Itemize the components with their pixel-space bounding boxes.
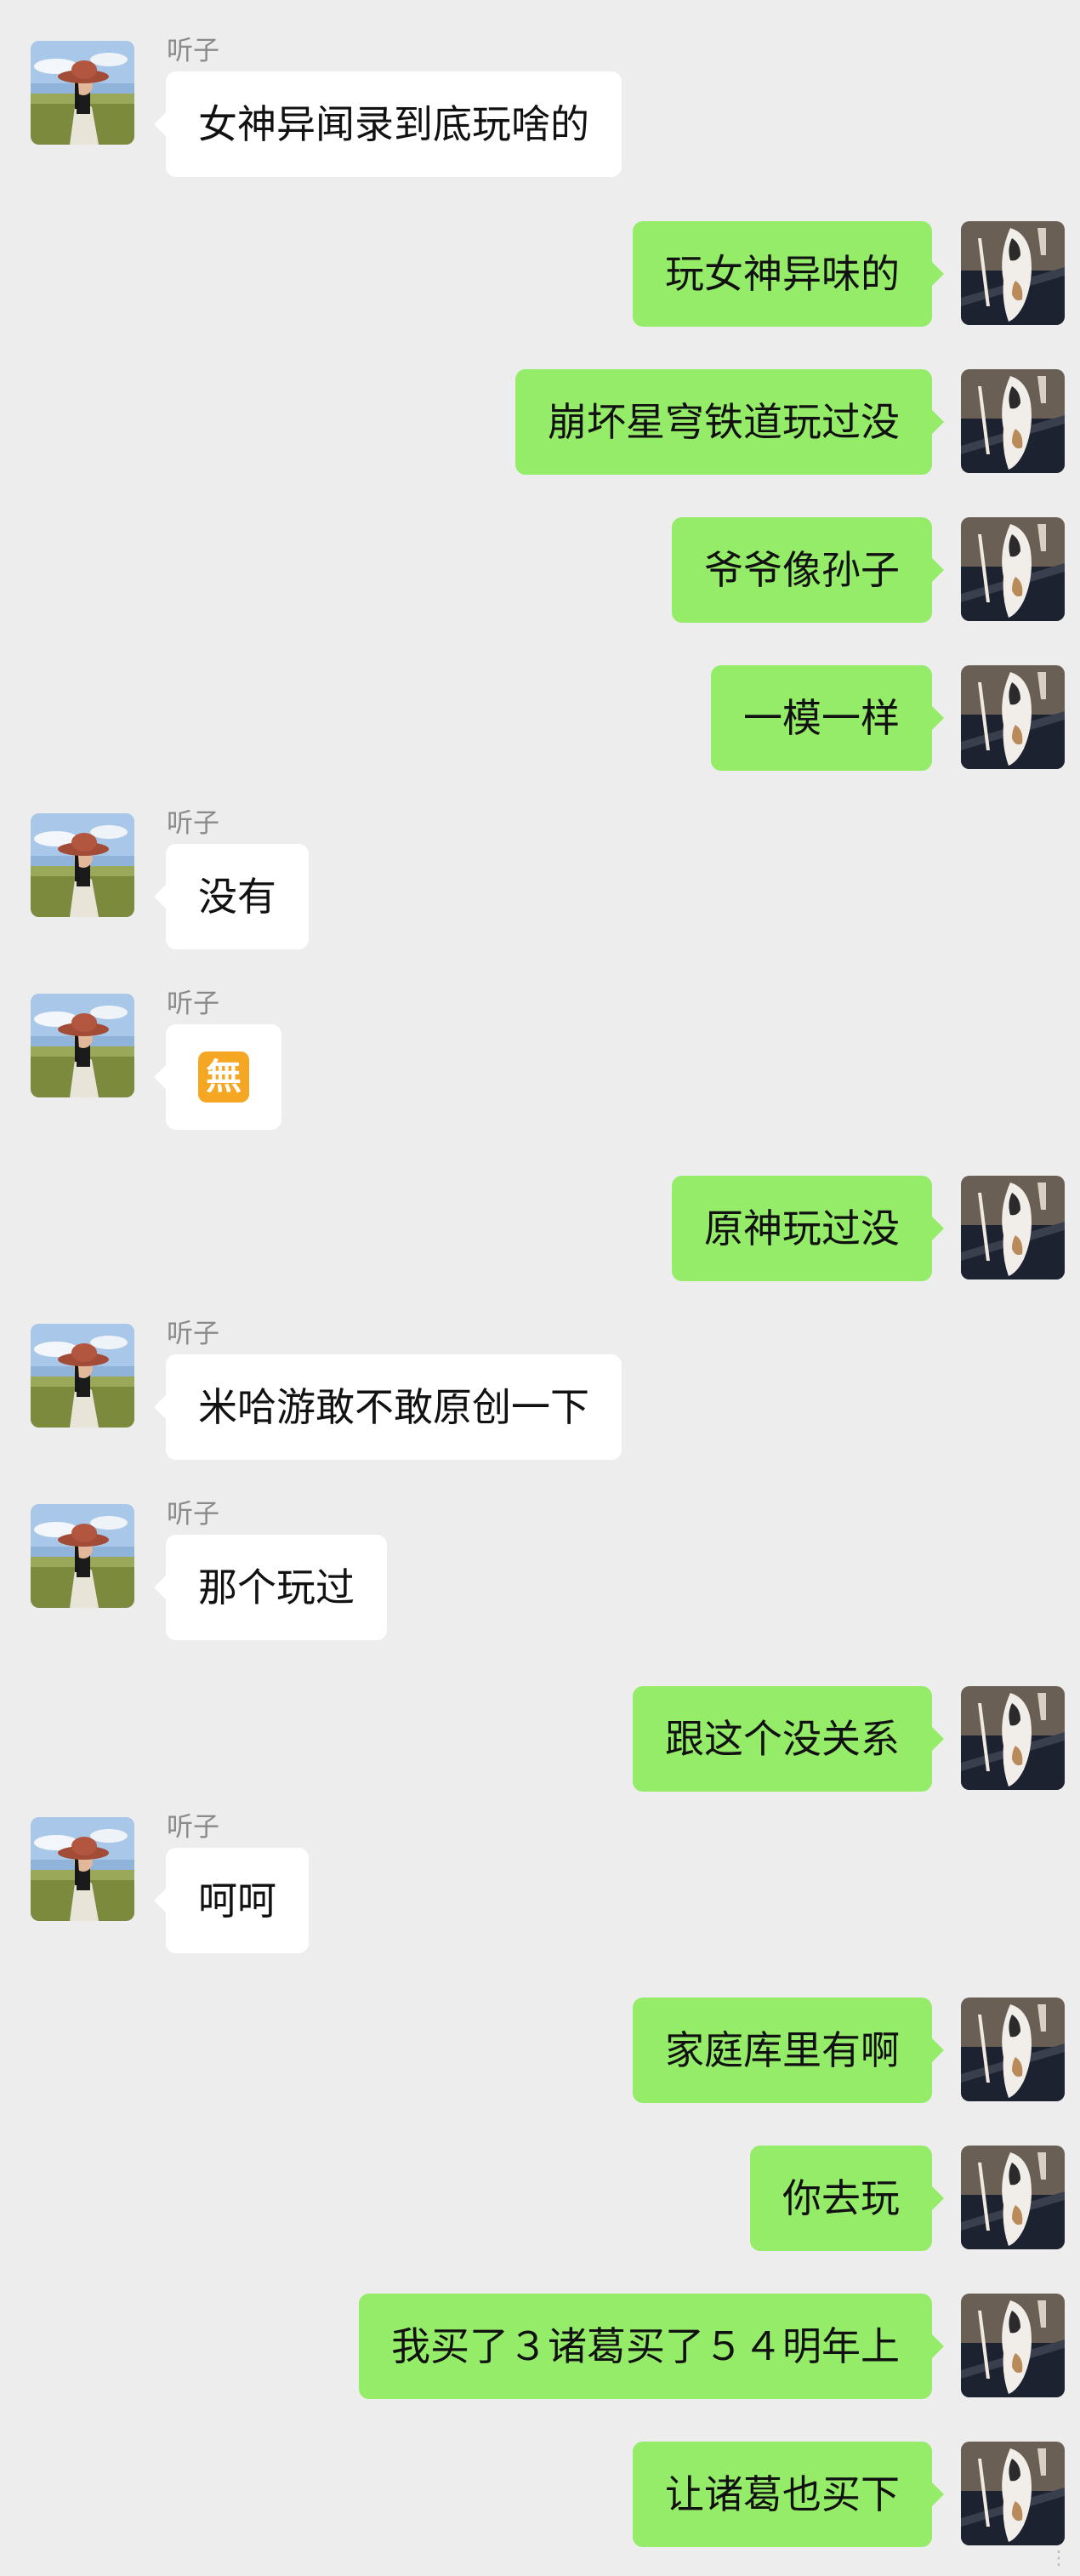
cat-avatar-icon bbox=[961, 369, 1065, 473]
message-bubble[interactable]: 我买了３诸葛买了５４明年上 bbox=[359, 2294, 944, 2399]
sender-name: 听子 bbox=[167, 989, 219, 1019]
message-bubble[interactable]: 玩女神异味的 bbox=[633, 221, 944, 327]
self-avatar[interactable] bbox=[961, 665, 1065, 769]
contact-avatar[interactable] bbox=[31, 813, 134, 917]
message-bubble[interactable]: 原神玩过没 bbox=[672, 1176, 944, 1281]
message-bubble[interactable]: 女神异闻录到底玩啥的 bbox=[154, 71, 622, 177]
sender-name: 听子 bbox=[167, 1812, 219, 1843]
self-avatar[interactable] bbox=[961, 1176, 1065, 1279]
self-avatar[interactable] bbox=[961, 2146, 1065, 2249]
self-avatar[interactable] bbox=[961, 2442, 1065, 2545]
message-bubble[interactable]: 爷爷像孙子 bbox=[672, 517, 944, 623]
message-bubble[interactable]: 没有 bbox=[154, 844, 309, 949]
cat-avatar-icon bbox=[961, 1686, 1065, 1790]
cat-avatar-icon bbox=[961, 1176, 1065, 1279]
message-bubble[interactable]: 那个玩过 bbox=[154, 1535, 387, 1640]
watermark: ⋮ bbox=[1049, 2548, 1068, 2569]
message-bubble[interactable]: 你去玩 bbox=[750, 2146, 944, 2251]
cat-avatar-icon bbox=[961, 665, 1065, 769]
message-bubble[interactable]: 無 bbox=[154, 1024, 281, 1130]
contact-avatar[interactable] bbox=[31, 1817, 134, 1921]
sender-name: 听子 bbox=[167, 808, 219, 839]
self-avatar[interactable] bbox=[961, 517, 1065, 621]
woman-in-hat-avatar-icon bbox=[31, 1324, 134, 1428]
contact-avatar[interactable] bbox=[31, 1504, 134, 1608]
cat-avatar-icon bbox=[961, 221, 1065, 325]
contact-avatar[interactable] bbox=[31, 994, 134, 1097]
message-bubble[interactable]: 米哈游敢不敢原创一下 bbox=[154, 1354, 622, 1460]
message-bubble[interactable]: 呵呵 bbox=[154, 1848, 309, 1953]
woman-in-hat-avatar-icon bbox=[31, 813, 134, 917]
self-avatar[interactable] bbox=[961, 2294, 1065, 2397]
cat-avatar-icon bbox=[961, 2146, 1065, 2249]
contact-avatar[interactable] bbox=[31, 41, 134, 145]
sender-name: 听子 bbox=[167, 1319, 219, 1349]
woman-in-hat-avatar-icon bbox=[31, 1817, 134, 1921]
self-avatar[interactable] bbox=[961, 1686, 1065, 1790]
message-bubble[interactable]: 跟这个没关系 bbox=[633, 1686, 944, 1792]
self-avatar[interactable] bbox=[961, 1998, 1065, 2101]
self-avatar[interactable] bbox=[961, 369, 1065, 473]
emoji-no-charge-icon: 無 bbox=[198, 1051, 249, 1103]
woman-in-hat-avatar-icon bbox=[31, 41, 134, 145]
cat-avatar-icon bbox=[961, 517, 1065, 621]
cat-avatar-icon bbox=[961, 2294, 1065, 2397]
cat-avatar-icon bbox=[961, 2442, 1065, 2545]
message-bubble[interactable]: 一模一样 bbox=[711, 665, 944, 771]
cat-avatar-icon bbox=[961, 1998, 1065, 2101]
woman-in-hat-avatar-icon bbox=[31, 1504, 134, 1608]
message-bubble[interactable]: 家庭库里有啊 bbox=[633, 1998, 944, 2103]
self-avatar[interactable] bbox=[961, 221, 1065, 325]
contact-avatar[interactable] bbox=[31, 1324, 134, 1428]
sender-name: 听子 bbox=[167, 36, 219, 66]
message-bubble[interactable]: 崩坏星穹铁道玩过没 bbox=[515, 369, 944, 475]
message-bubble[interactable]: 让诸葛也买下 bbox=[633, 2442, 944, 2547]
woman-in-hat-avatar-icon bbox=[31, 994, 134, 1097]
sender-name: 听子 bbox=[167, 1499, 219, 1530]
